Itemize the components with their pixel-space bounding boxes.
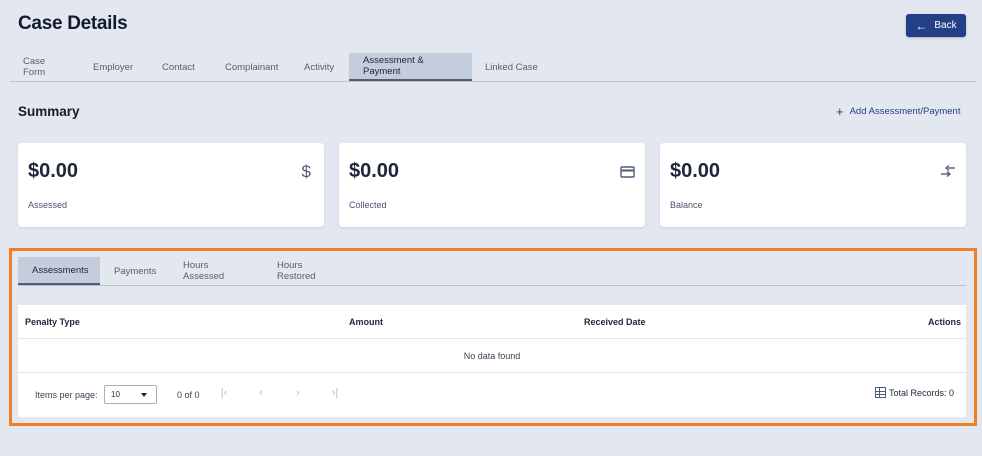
tab-activity[interactable]: Activity <box>291 53 349 81</box>
case-tabs: Case Form Employer Contact Complainant A… <box>10 53 976 82</box>
last-page-icon[interactable]: ›| <box>328 386 342 400</box>
collected-amount: $0.00 <box>349 160 400 182</box>
plus-icon: + <box>836 104 844 119</box>
collected-label: Collected <box>349 200 387 210</box>
add-assessment-payment-button[interactable]: + Add Assessment/Payment <box>836 105 960 118</box>
assessed-amount: $0.00 <box>28 160 79 182</box>
back-button-label: Back <box>934 20 957 31</box>
subtab-payments[interactable]: Payments <box>100 257 169 285</box>
items-per-page-value: 10 <box>111 390 120 399</box>
previous-page-icon[interactable]: ‹ <box>254 386 268 400</box>
summary-title: Summary <box>18 104 80 119</box>
page-range: 0 of 0 <box>177 390 200 400</box>
back-button[interactable]: ← Back <box>906 14 966 37</box>
tab-assessment-payment[interactable]: Assessment & Payment <box>349 53 472 81</box>
column-header-received-date[interactable]: Received Date <box>584 317 646 327</box>
compare-arrows-icon <box>940 164 957 183</box>
page-title: Case Details <box>18 13 128 34</box>
column-header-actions: Actions <box>927 317 961 327</box>
items-per-page-label: Items per page: <box>35 390 98 400</box>
assessed-label: Assessed <box>28 200 68 210</box>
empty-state-text: No data found <box>18 339 966 373</box>
paginator: Items per page: 10 0 of 0 |‹ ‹ › ›| Tota… <box>18 373 966 417</box>
next-page-icon[interactable]: › <box>291 386 305 400</box>
items-per-page-select[interactable]: 10 <box>104 385 157 404</box>
column-header-penalty-type[interactable]: Penalty Type <box>25 317 80 327</box>
arrow-left-icon: ← <box>915 18 928 33</box>
column-header-amount[interactable]: Amount <box>349 317 383 327</box>
subtab-hours-assessed[interactable]: Hours Assessed <box>169 257 263 285</box>
assessments-table: Penalty Type Amount Received Date Action… <box>18 305 966 417</box>
add-assessment-payment-label: Add Assessment/Payment <box>849 106 961 117</box>
table-icon <box>874 387 886 398</box>
tab-contact[interactable]: Contact <box>149 53 212 81</box>
tab-case-form[interactable]: Case Form <box>10 53 80 81</box>
caret-down-icon <box>141 393 147 397</box>
tab-employer[interactable]: Employer <box>80 53 149 81</box>
assessed-card: $0.00 Assessed $ <box>18 143 324 227</box>
balance-label: Balance <box>670 200 703 210</box>
assessment-subtabs: Assessments Payments Hours Assessed Hour… <box>18 257 966 286</box>
dollar-icon: $ <box>301 162 311 181</box>
total-records: Total Records: 0 <box>874 387 954 398</box>
first-page-icon[interactable]: |‹ <box>217 386 231 400</box>
balance-amount: $0.00 <box>670 160 721 182</box>
credit-card-icon <box>620 165 635 183</box>
table-header: Penalty Type Amount Received Date Action… <box>18 305 966 339</box>
total-records-label: Total Records: 0 <box>888 387 954 398</box>
balance-card: $0.00 Balance <box>660 143 966 227</box>
collected-card: $0.00 Collected <box>339 143 645 227</box>
tab-complainant[interactable]: Complainant <box>212 53 291 81</box>
subtab-assessments[interactable]: Assessments <box>18 257 100 285</box>
tab-linked-case[interactable]: Linked Case <box>472 53 558 81</box>
subtab-hours-restored[interactable]: Hours Restored <box>263 257 353 285</box>
